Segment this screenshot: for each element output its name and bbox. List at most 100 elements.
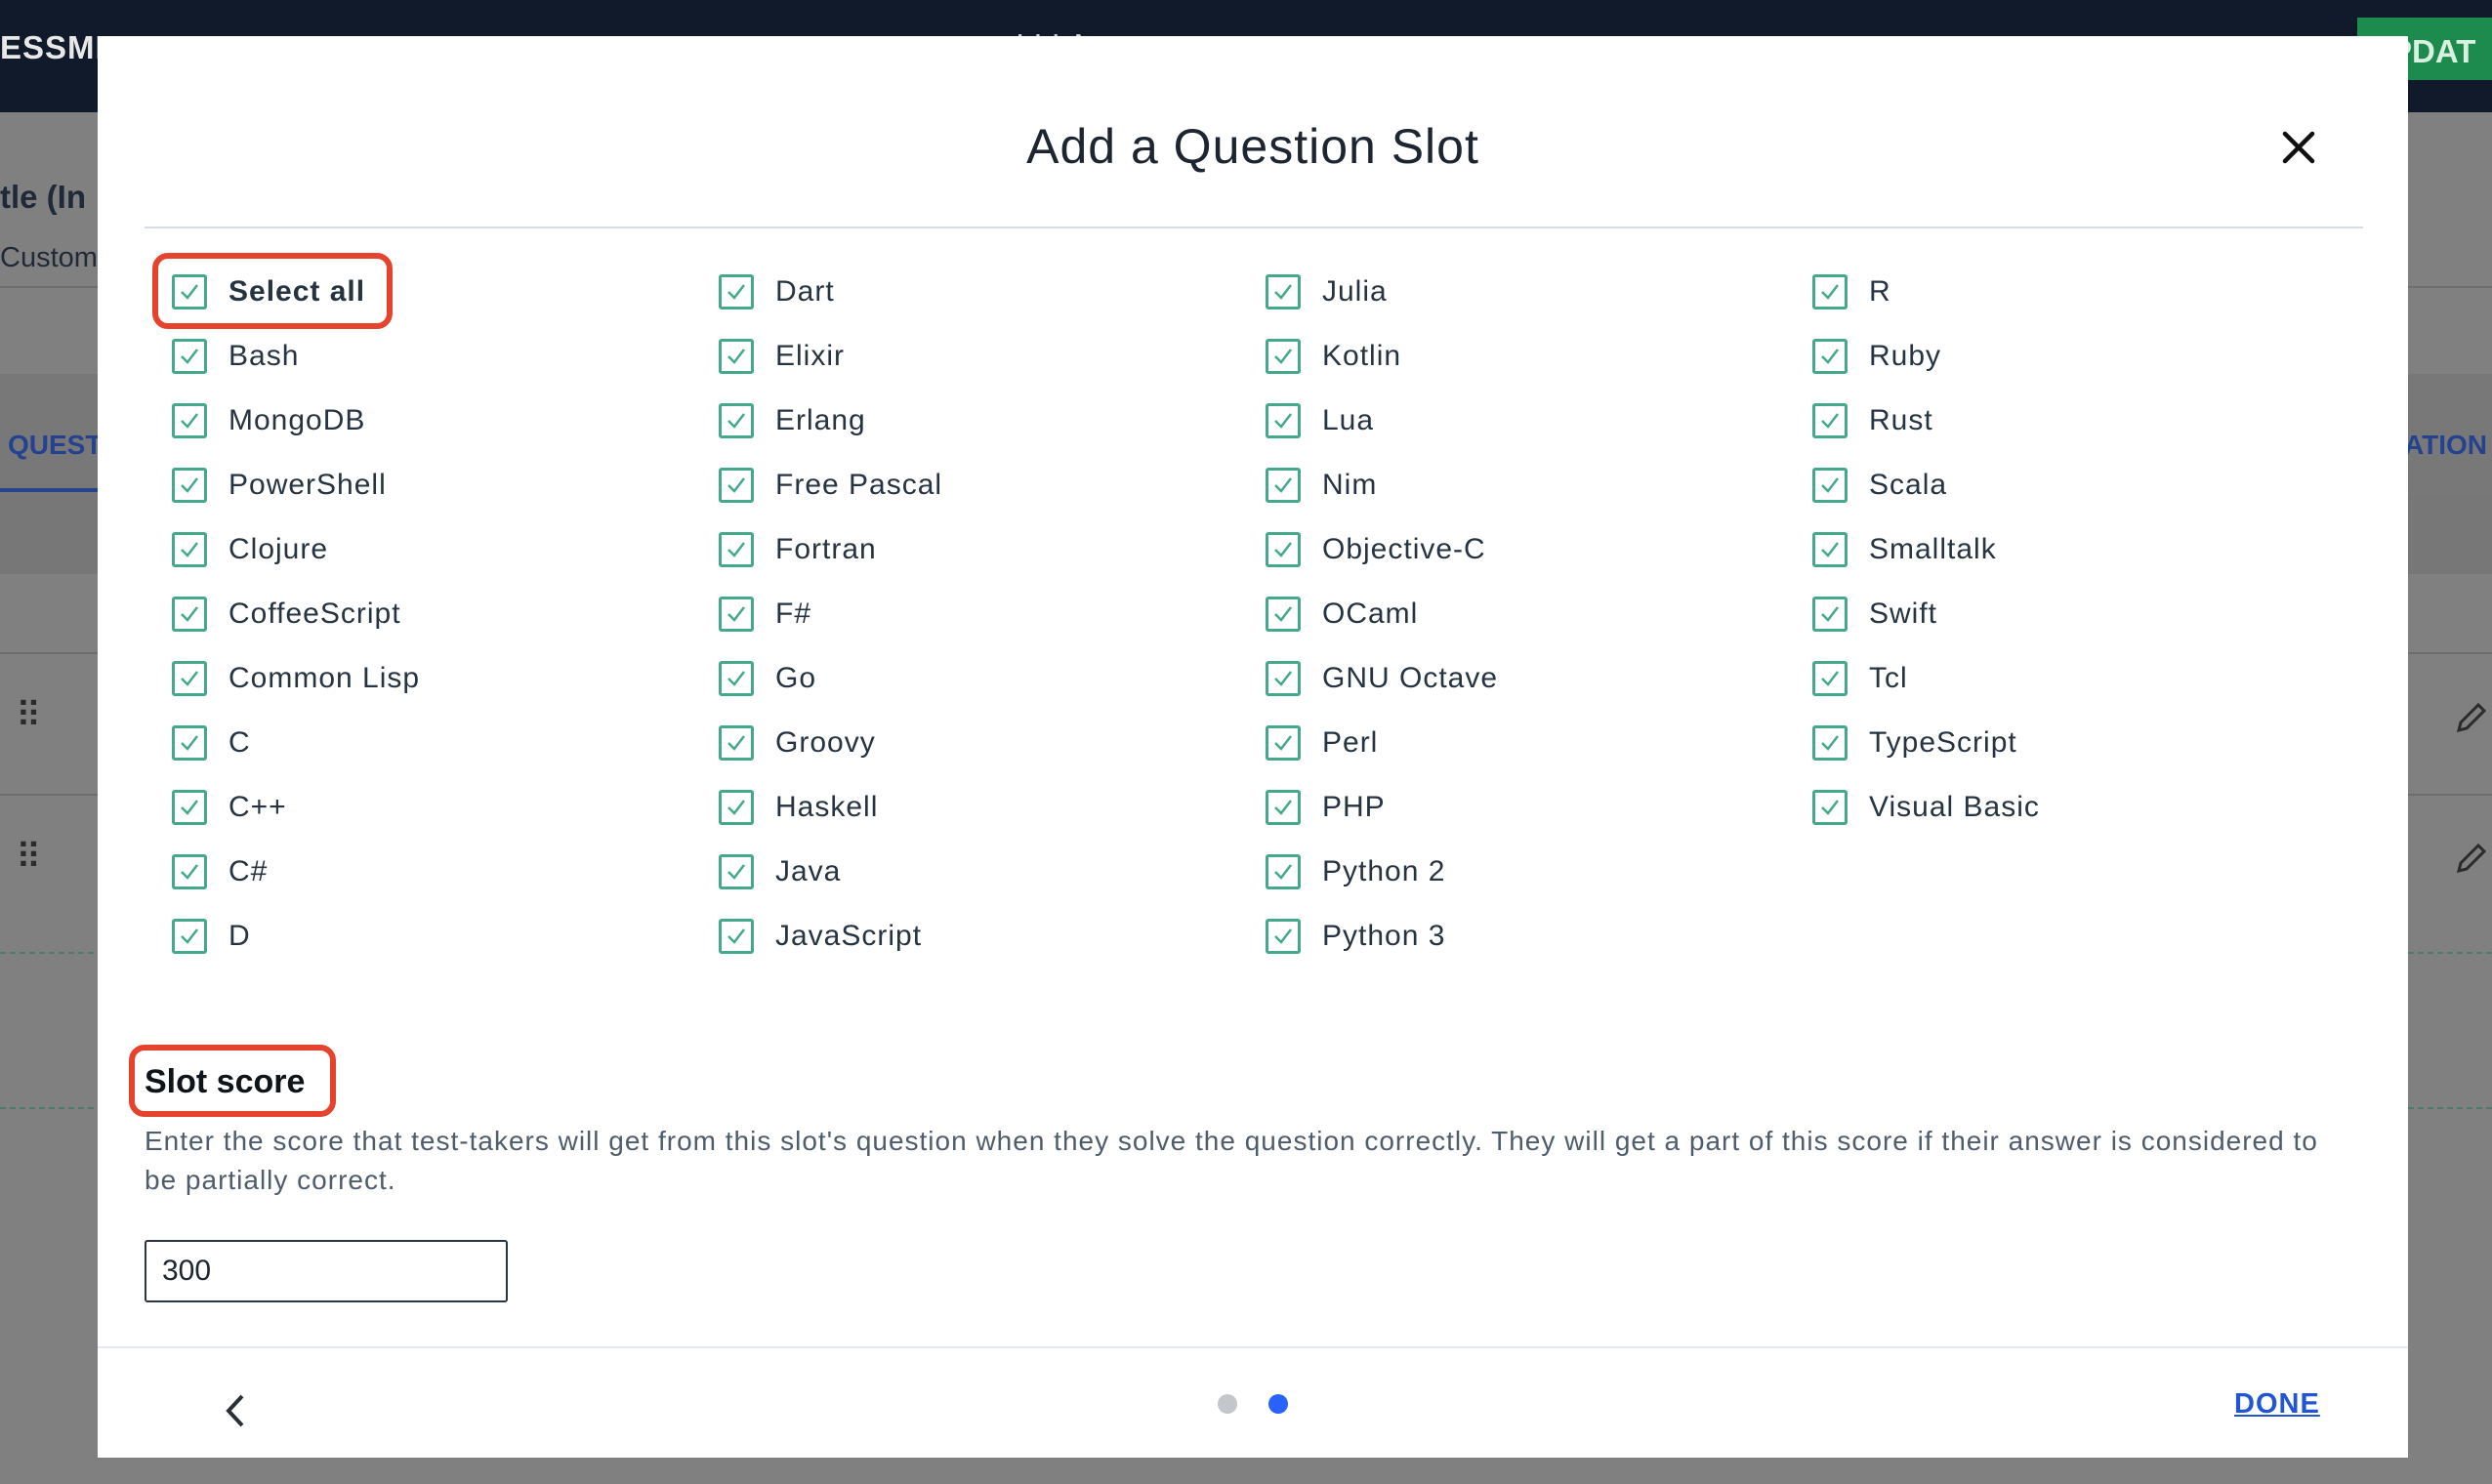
checkbox-checked-icon[interactable] <box>1266 597 1301 632</box>
checkbox-fsharp[interactable]: F# <box>719 590 811 639</box>
checkbox-tcl[interactable]: Tcl <box>1812 654 1908 703</box>
checkbox-python-3[interactable]: Python 3 <box>1266 912 1445 961</box>
checkbox-erlang[interactable]: Erlang <box>719 396 866 445</box>
drag-handle-icon[interactable]: ⠿ <box>16 695 41 736</box>
checkbox-visual-basic[interactable]: Visual Basic <box>1812 783 2040 832</box>
checkbox-smalltalk[interactable]: Smalltalk <box>1812 525 1997 574</box>
checkbox-checked-icon[interactable] <box>1266 661 1301 696</box>
checkbox-python-2[interactable]: Python 2 <box>1266 847 1445 896</box>
checkbox-php[interactable]: PHP <box>1266 783 1386 832</box>
checkbox-checked-icon[interactable] <box>1812 532 1848 567</box>
checkbox-checked-icon[interactable] <box>719 597 754 632</box>
page-subtitle: Custom <box>0 242 98 273</box>
checkbox-java[interactable]: Java <box>719 847 841 896</box>
slot-score-input[interactable] <box>145 1240 508 1302</box>
checkbox-groovy[interactable]: Groovy <box>719 719 876 767</box>
checkbox-bash[interactable]: Bash <box>172 332 299 381</box>
checkbox-checked-icon[interactable] <box>1266 403 1301 438</box>
checkbox-mongodb[interactable]: MongoDB <box>172 396 365 445</box>
checkbox-dart[interactable]: Dart <box>719 268 835 316</box>
checkbox-checked-icon[interactable] <box>172 661 207 696</box>
tab-configuration[interactable]: ATION <box>2404 430 2487 461</box>
checkbox-checked-icon[interactable] <box>719 468 754 503</box>
checkbox-checked-icon[interactable] <box>1266 532 1301 567</box>
checkbox-ocaml[interactable]: OCaml <box>1266 590 1418 639</box>
checkbox-checked-icon[interactable] <box>172 597 207 632</box>
checkbox-powershell[interactable]: PowerShell <box>172 461 387 510</box>
checkbox-lua[interactable]: Lua <box>1266 396 1374 445</box>
chevron-left-icon[interactable] <box>215 1386 254 1435</box>
checkbox-checked-icon[interactable] <box>719 854 754 889</box>
checkbox-perl[interactable]: Perl <box>1266 719 1378 767</box>
checkbox-elixir[interactable]: Elixir <box>719 332 845 381</box>
checkbox-csharp[interactable]: C# <box>172 847 268 896</box>
edit-pencil-icon[interactable] <box>2453 701 2488 736</box>
pagination-dot-2-active[interactable] <box>1268 1394 1288 1414</box>
checkbox-kotlin[interactable]: Kotlin <box>1266 332 1401 381</box>
checkbox-checked-icon[interactable] <box>172 919 207 954</box>
checkbox-checked-icon[interactable] <box>1266 790 1301 825</box>
close-icon[interactable] <box>2277 126 2320 169</box>
checkbox-coffeescript[interactable]: CoffeeScript <box>172 590 401 639</box>
checkbox-checked-icon[interactable] <box>1266 919 1301 954</box>
tab-questions[interactable]: QUEST <box>8 430 102 461</box>
checkbox-common-lisp[interactable]: Common Lisp <box>172 654 420 703</box>
checkbox-ruby[interactable]: Ruby <box>1812 332 1941 381</box>
checkbox-r[interactable]: R <box>1812 268 1891 316</box>
checkbox-checked-icon[interactable] <box>1812 274 1848 309</box>
checkbox-typescript[interactable]: TypeScript <box>1812 719 2017 767</box>
checkbox-checked-icon[interactable] <box>1812 403 1848 438</box>
checkbox-checked-icon[interactable] <box>719 274 754 309</box>
checkbox-checked-icon[interactable] <box>1812 597 1848 632</box>
checkbox-free-pascal[interactable]: Free Pascal <box>719 461 942 510</box>
checkbox-checked-icon[interactable] <box>172 403 207 438</box>
language-label: Java <box>775 855 842 887</box>
checkbox-checked-icon[interactable] <box>719 919 754 954</box>
checkbox-haskell[interactable]: Haskell <box>719 783 878 832</box>
checkbox-checked-icon[interactable] <box>1266 339 1301 374</box>
checkbox-checked-icon[interactable] <box>719 725 754 761</box>
checkbox-scala[interactable]: Scala <box>1812 461 1947 510</box>
checkbox-cplusplus[interactable]: C++ <box>172 783 287 832</box>
checkbox-checked-icon[interactable] <box>172 532 207 567</box>
checkbox-checked-icon[interactable] <box>172 339 207 374</box>
edit-pencil-icon[interactable] <box>2453 842 2488 877</box>
language-label: Lua <box>1322 404 1375 436</box>
drag-handle-icon[interactable]: ⠿ <box>16 837 41 878</box>
add-question-slot-modal: Add a Question Slot Select all Bash Mongo… <box>98 36 2408 1458</box>
checkbox-checked-icon[interactable] <box>719 339 754 374</box>
checkbox-checked-icon[interactable] <box>172 790 207 825</box>
checkbox-rust[interactable]: Rust <box>1812 396 1933 445</box>
checkbox-checked-icon[interactable] <box>1812 725 1848 761</box>
checkbox-checked-icon[interactable] <box>172 854 207 889</box>
language-label: Smalltalk <box>1869 533 1997 565</box>
checkbox-checked-icon[interactable] <box>1812 339 1848 374</box>
checkbox-clojure[interactable]: Clojure <box>172 525 328 574</box>
checkbox-checked-icon[interactable] <box>1812 790 1848 825</box>
checkbox-checked-icon[interactable] <box>1266 274 1301 309</box>
checkbox-objective-c[interactable]: Objective-C <box>1266 525 1486 574</box>
checkbox-checked-icon[interactable] <box>1266 725 1301 761</box>
checkbox-nim[interactable]: Nim <box>1266 461 1377 510</box>
checkbox-checked-icon[interactable] <box>719 661 754 696</box>
checkbox-checked-icon[interactable] <box>719 532 754 567</box>
checkbox-checked-icon[interactable] <box>1812 468 1848 503</box>
done-button[interactable]: DONE <box>2234 1388 2320 1421</box>
checkbox-checked-icon[interactable] <box>172 468 207 503</box>
checkbox-c[interactable]: C <box>172 719 251 767</box>
checkbox-go[interactable]: Go <box>719 654 816 703</box>
checkbox-checked-icon[interactable] <box>719 790 754 825</box>
checkbox-javascript[interactable]: JavaScript <box>719 912 922 961</box>
checkbox-swift[interactable]: Swift <box>1812 590 1937 639</box>
checkbox-fortran[interactable]: Fortran <box>719 525 877 574</box>
checkbox-d[interactable]: D <box>172 912 251 961</box>
header-divider <box>145 227 2363 228</box>
checkbox-gnu-octave[interactable]: GNU Octave <box>1266 654 1498 703</box>
checkbox-checked-icon[interactable] <box>1266 468 1301 503</box>
pagination-dot-1[interactable] <box>1218 1394 1237 1414</box>
checkbox-checked-icon[interactable] <box>719 403 754 438</box>
checkbox-checked-icon[interactable] <box>172 725 207 761</box>
checkbox-checked-icon[interactable] <box>1812 661 1848 696</box>
checkbox-julia[interactable]: Julia <box>1266 268 1388 316</box>
checkbox-checked-icon[interactable] <box>1266 854 1301 889</box>
